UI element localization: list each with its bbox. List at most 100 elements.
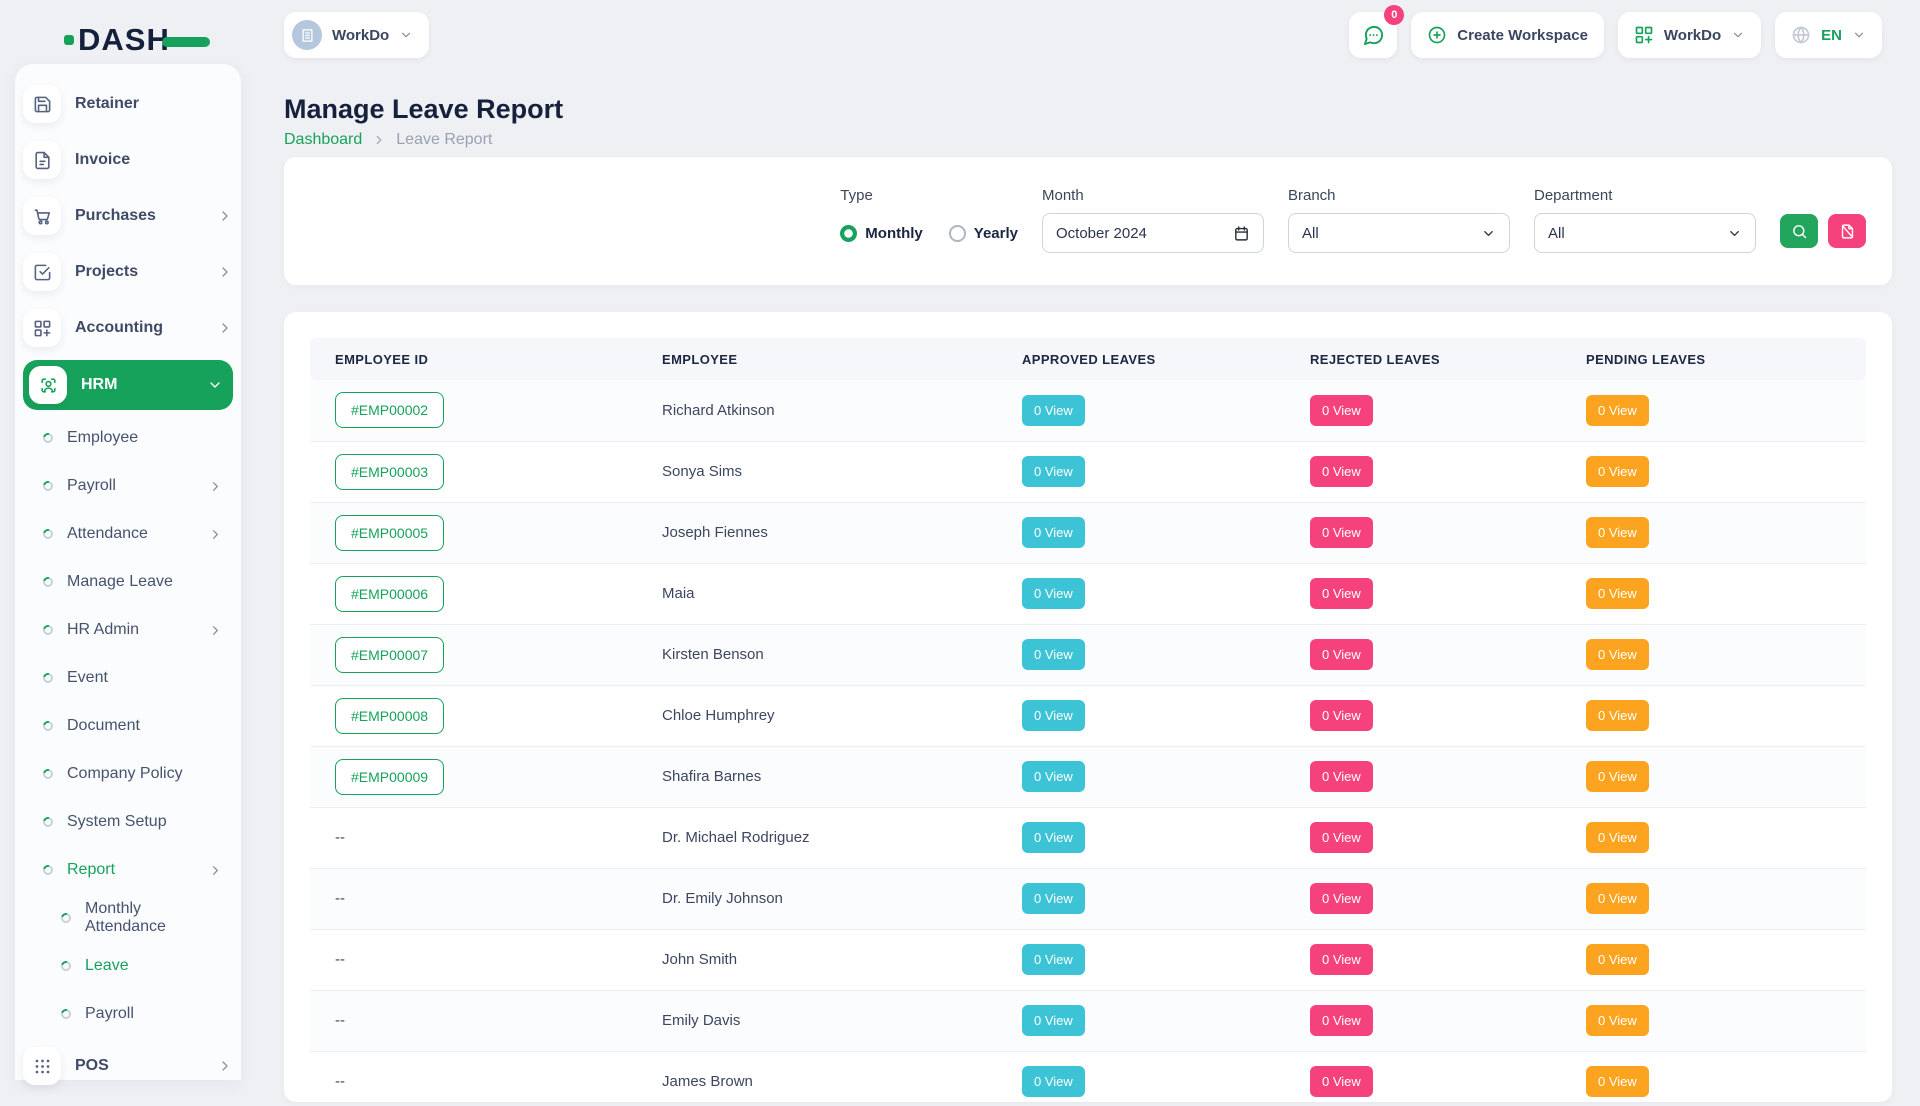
sidebar-item-purchases[interactable]: Purchases [23, 188, 233, 244]
export-button[interactable] [1828, 214, 1866, 248]
sidebar-item-retainer[interactable]: Retainer [23, 76, 233, 132]
rejected-leaves-view-badge[interactable]: 0 View [1310, 944, 1373, 975]
workspace-avatar [292, 20, 322, 50]
chevron-right-icon [208, 623, 223, 638]
pending-leaves-view-badge[interactable]: 0 View [1586, 639, 1649, 670]
employee-id-badge[interactable]: #EMP00009 [335, 759, 444, 795]
approved-leaves-view-badge[interactable]: 0 View [1022, 578, 1085, 609]
sidebar-item-manage-leave[interactable]: Manage Leave [23, 558, 233, 606]
sidebar-item-projects[interactable]: Projects [23, 244, 233, 300]
sidebar-item-label: Accounting [75, 319, 163, 337]
employee-id-badge[interactable]: #EMP00006 [335, 576, 444, 612]
sidebar-item-report[interactable]: Report [23, 846, 233, 894]
rejected-leaves-view-badge[interactable]: 0 View [1310, 1066, 1373, 1097]
rejected-leaves-view-badge[interactable]: 0 View [1310, 883, 1373, 914]
rejected-leaves-view-badge[interactable]: 0 View [1310, 822, 1373, 853]
rejected-leaves-view-badge[interactable]: 0 View [1310, 517, 1373, 548]
sidebar-item-payroll[interactable]: Payroll [23, 990, 233, 1038]
workspace-switcher[interactable]: WorkDo [284, 12, 429, 58]
pending-leaves-view-badge[interactable]: 0 View [1586, 944, 1649, 975]
sidebar-item-pos[interactable]: POS [23, 1038, 233, 1094]
chat-icon [1362, 24, 1385, 47]
pending-leaves-view-badge[interactable]: 0 View [1586, 395, 1649, 426]
sidebar-item-invoice[interactable]: Invoice [23, 132, 233, 188]
approved-leaves-view-badge[interactable]: 0 View [1022, 700, 1085, 731]
brand-logo[interactable]: DASH [64, 22, 210, 58]
language-selector[interactable]: EN [1775, 12, 1882, 58]
rejected-leaves-view-badge[interactable]: 0 View [1310, 1005, 1373, 1036]
sidebar-item-leave[interactable]: Leave [23, 942, 233, 990]
department-label: Department [1534, 187, 1756, 204]
employee-id-badge[interactable]: #EMP00003 [335, 454, 444, 490]
filter-actions [1780, 214, 1866, 248]
approved-leaves-view-badge[interactable]: 0 View [1022, 822, 1085, 853]
employee-id-empty: -- [335, 829, 345, 846]
sidebar: Retainer InvoicePurchasesProjects Accounti… [15, 64, 241, 1080]
rejected-leaves-view-badge[interactable]: 0 View [1310, 456, 1373, 487]
purchases-icon [23, 197, 61, 235]
pending-leaves-view-badge[interactable]: 0 View [1586, 456, 1649, 487]
sidebar-item-event[interactable]: Event [23, 654, 233, 702]
month-label: Month [1042, 187, 1264, 204]
pending-leaves-view-badge[interactable]: 0 View [1586, 1005, 1649, 1036]
sidebar-item-label: Retainer [75, 95, 139, 113]
employee-name: Shafira Barnes [662, 768, 761, 785]
app-menu-button[interactable]: WorkDo [1618, 12, 1761, 58]
bullet-icon [59, 1007, 73, 1021]
rejected-leaves-view-badge[interactable]: 0 View [1310, 395, 1373, 426]
sidebar-item-company-policy[interactable]: Company Policy [23, 750, 233, 798]
employee-id-badge[interactable]: #EMP00005 [335, 515, 444, 551]
create-workspace-label: Create Workspace [1457, 27, 1588, 44]
sidebar-item-monthly-attendance[interactable]: Monthly Attendance [23, 894, 233, 942]
pending-leaves-view-badge[interactable]: 0 View [1586, 761, 1649, 792]
accounting-icon [23, 309, 61, 347]
chevron-right-icon [217, 1058, 233, 1074]
rejected-leaves-view-badge[interactable]: 0 View [1310, 761, 1373, 792]
radio-monthly[interactable]: Monthly [840, 225, 923, 242]
approved-leaves-view-badge[interactable]: 0 View [1022, 883, 1085, 914]
search-button[interactable] [1780, 214, 1818, 248]
pending-leaves-view-badge[interactable]: 0 View [1586, 1066, 1649, 1097]
pending-leaves-view-badge[interactable]: 0 View [1586, 700, 1649, 731]
sidebar-item-accounting[interactable]: Accounting [23, 300, 233, 356]
month-input[interactable]: October 2024 [1042, 213, 1264, 253]
approved-leaves-view-badge[interactable]: 0 View [1022, 761, 1085, 792]
create-workspace-button[interactable]: Create Workspace [1411, 12, 1604, 58]
approved-leaves-view-badge[interactable]: 0 View [1022, 395, 1085, 426]
pending-leaves-view-badge[interactable]: 0 View [1586, 822, 1649, 853]
radio-yearly[interactable]: Yearly [949, 225, 1018, 242]
approved-leaves-view-badge[interactable]: 0 View [1022, 1005, 1085, 1036]
messages-button[interactable]: 0 [1349, 12, 1397, 58]
approved-leaves-view-badge[interactable]: 0 View [1022, 639, 1085, 670]
breadcrumb-dashboard-link[interactable]: Dashboard [284, 131, 362, 149]
employee-id-badge[interactable]: #EMP00008 [335, 698, 444, 734]
chevron-right-icon [208, 479, 223, 494]
sidebar-item-payroll[interactable]: Payroll [23, 462, 233, 510]
sidebar-item-label: Company Policy [67, 765, 183, 783]
projects-icon [23, 253, 61, 291]
rejected-leaves-view-badge[interactable]: 0 View [1310, 639, 1373, 670]
department-select[interactable]: All [1534, 213, 1756, 253]
sidebar-item-document[interactable]: Document [23, 702, 233, 750]
approved-leaves-view-badge[interactable]: 0 View [1022, 456, 1085, 487]
sidebar-item-attendance[interactable]: Attendance [23, 510, 233, 558]
rejected-leaves-view-badge[interactable]: 0 View [1310, 700, 1373, 731]
pending-leaves-view-badge[interactable]: 0 View [1586, 517, 1649, 548]
employee-id-badge[interactable]: #EMP00007 [335, 637, 444, 673]
pending-leaves-view-badge[interactable]: 0 View [1586, 578, 1649, 609]
pending-leaves-view-badge[interactable]: 0 View [1586, 883, 1649, 914]
sidebar-item-system-setup[interactable]: System Setup [23, 798, 233, 846]
rejected-leaves-view-badge[interactable]: 0 View [1310, 578, 1373, 609]
employee-id-empty: -- [335, 1012, 345, 1029]
sidebar-item-label: Employee [67, 429, 138, 447]
approved-leaves-view-badge[interactable]: 0 View [1022, 517, 1085, 548]
column-header-rejected-leaves: REJECTED LEAVES [1294, 338, 1570, 380]
approved-leaves-view-badge[interactable]: 0 View [1022, 944, 1085, 975]
sidebar-item-hrm[interactable]: HRM [23, 360, 233, 410]
globe-icon [1791, 25, 1811, 45]
employee-id-badge[interactable]: #EMP00002 [335, 392, 444, 428]
approved-leaves-view-badge[interactable]: 0 View [1022, 1066, 1085, 1097]
sidebar-item-employee[interactable]: Employee [23, 414, 233, 462]
branch-select[interactable]: All [1288, 213, 1510, 253]
sidebar-item-hr-admin[interactable]: HR Admin [23, 606, 233, 654]
